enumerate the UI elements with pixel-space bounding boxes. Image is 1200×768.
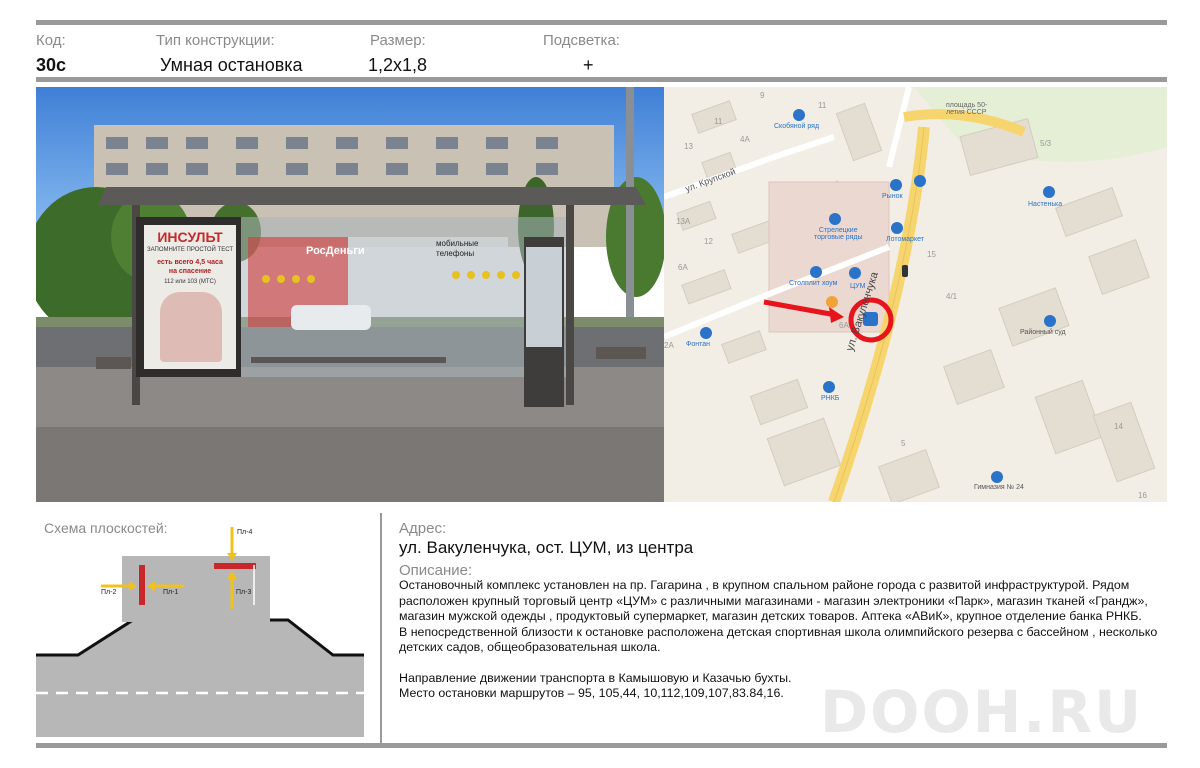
location-map[interactable]: ул. Крупской ул. Вакуленчука площадь 50-… [664,87,1167,502]
map-label-square: площадь 50- летия СССР [946,102,988,116]
description-label: Описание: [399,562,473,579]
plane-label-3: Пл-3 [236,589,252,596]
address-value: ул. Вакуленчука, ост. ЦУМ, из центра [399,538,694,557]
photo-illustration [36,87,664,502]
top-divider [36,20,1167,25]
plane-label-1: Пл-1 [163,589,179,596]
map-label-stolplit: Столплит хоум [789,280,838,287]
map-house-number: 6А [839,321,849,330]
map-label-nastenka: Настенька [1028,201,1063,208]
map-house-number: 11 [714,117,723,126]
plane-label-2: Пл-2 [101,589,117,596]
planes-scheme [36,527,364,737]
code-label: Код: [36,32,66,49]
light-label: Подсветка: [543,32,620,49]
map-house-number: 5 [901,439,906,448]
description-spacer [399,656,1167,671]
poster-title: ИНСУЛЬТ [157,229,223,245]
poster-line-1: есть всего 4,5 часа [157,259,223,266]
map-label-skobyanoy: Скобяной ряд [774,123,820,130]
code-value: 30с [36,55,67,75]
map-house-number: 14 [1114,422,1123,431]
glass-sign-2: телефоны [436,249,475,258]
map-house-number: 4А [740,135,750,144]
map-label-rnkb: РНКБ [821,395,840,402]
description-paragraph: В непосредственной близости к остановке … [399,624,1158,655]
size-label: Размер: [370,32,426,49]
map-house-number: 15 [927,250,936,259]
map-house-number: 9 [760,91,765,100]
description-paragraph: Направление движении транспорта в Камышо… [399,670,792,685]
type-value: Умная остановка [160,55,303,75]
map-house-number: 11 [818,101,827,110]
glass-sign-1: мобильные [436,239,479,248]
map-house-number: 5/3 [1040,139,1052,148]
map-label-rynok: Рынок [882,193,903,200]
poster-line-2: на спасение [168,268,212,275]
map-house-number: 16 [1138,491,1147,500]
bus-stop-photo: ИНСУЛЬТ ЗАПОМНИТЕ ПРОСТОЙ ТЕСТ есть всег… [36,87,664,502]
description-paragraph: Остановочный комплекс установлен на пр. … [399,578,1148,623]
store-sign: РосДеньги [306,245,365,257]
map-house-number: 2А [664,341,674,350]
description-text: Остановочный комплекс установлен на пр. … [399,578,1167,702]
map-house-number: 4/1 [946,292,958,301]
map-house-number: 13 [684,142,693,151]
poster-subtitle: ЗАПОМНИТЕ ПРОСТОЙ ТЕСТ [147,247,234,253]
map-label-streletskie: Стрелецкие торговые ряды [814,227,863,241]
panel-divider [380,513,382,743]
map-base [664,87,1167,502]
size-value: 1,2х1,8 [368,55,428,75]
map-house-number: 13А [676,217,691,226]
address-label: Адрес: [399,520,447,537]
type-label: Тип конструкции: [156,32,275,49]
map-label-lotomarket: Лотомаркет [886,236,924,243]
map-label-fontan: Фонтан [686,341,710,348]
plane-label-4: Пл-4 [237,529,253,536]
map-label-tsum: ЦУМ [850,283,866,290]
poster-figure [160,292,222,362]
poster-line-3: 112 или 103 (МТС) [164,279,216,285]
map-house-number: 6А [678,263,688,272]
description-paragraph: Место остановки маршрутов – 95, 105,44, … [399,686,784,700]
light-value: + [583,55,594,75]
map-label-sud: Районный суд [1020,329,1066,336]
header-divider [36,77,1167,82]
map-label-gimnaziya: Гимназия № 24 [974,484,1024,491]
map-house-number: 12 [704,237,713,246]
